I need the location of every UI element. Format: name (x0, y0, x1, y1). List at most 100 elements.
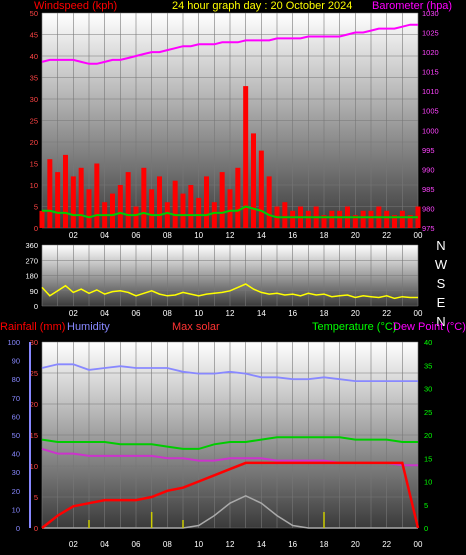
windspeed-bar (70, 176, 76, 228)
windspeed-bar (180, 193, 186, 228)
temp-y-tick: 30 (424, 385, 432, 394)
windspeed-bar (235, 167, 241, 228)
windspeed-bar (290, 210, 296, 228)
windspeed-bar (141, 167, 147, 228)
humidity-y-tick: 60 (12, 412, 20, 421)
windspeed-bar (157, 176, 162, 228)
humidity-y-tick: 30 (12, 468, 20, 477)
wind-x-tick: 18 (320, 231, 329, 240)
windspeed-bar (78, 167, 84, 228)
wind-y-tick: 0 (34, 224, 38, 233)
baro-y-tick: 1015 (422, 68, 439, 77)
wind-baro-chart: 0510152025303540455097598098599099510001… (30, 9, 439, 240)
temp-y-tick: 35 (424, 361, 432, 370)
humidity-y-tick: 90 (12, 357, 20, 366)
humidity-y-tick: 50 (12, 431, 20, 440)
direction-y-tick: 0 (34, 302, 38, 311)
windspeed-bar (117, 185, 123, 228)
humidity-y-tick: 0 (16, 524, 20, 533)
windspeed-bar (94, 163, 100, 228)
direction-x-tick: 18 (320, 309, 329, 318)
temp-y-tick: 5 (424, 501, 428, 510)
windspeed-bar (63, 154, 68, 228)
windspeed-bar (204, 176, 209, 228)
rain-x-tick: 22 (382, 540, 391, 549)
windspeed-bar (337, 210, 343, 228)
baro-y-tick: 1020 (422, 48, 439, 57)
rain-x-tick: 16 (288, 540, 297, 549)
windspeed-bar (329, 210, 335, 228)
direction-x-tick: 06 (132, 309, 141, 318)
temp-y-tick: 15 (424, 454, 432, 463)
windspeed-bar (47, 159, 53, 228)
baro-y-tick: 1030 (422, 9, 439, 18)
direction-y-tick: 360 (25, 241, 38, 250)
wind-x-tick: 12 (226, 231, 235, 240)
windspeed-bar (196, 197, 202, 228)
windspeed-bar (227, 189, 233, 228)
direction-x-tick: 12 (226, 309, 235, 318)
wind-x-tick: 16 (288, 231, 297, 240)
windspeed-bar (368, 210, 374, 228)
wind-y-tick: 5 (34, 203, 38, 212)
temp-y-tick: 20 (424, 431, 432, 440)
rain-x-tick: 20 (351, 540, 360, 549)
windspeed-bar (172, 180, 178, 228)
humidity-y-tick: 10 (12, 505, 20, 514)
humidity-y-tick: 70 (12, 394, 20, 403)
direction-x-tick: 16 (288, 309, 297, 318)
rain-y-tick: 5 (34, 493, 38, 502)
windspeed-bar (110, 193, 115, 228)
temp-y-tick: 10 (424, 478, 432, 487)
baro-y-tick: 980 (422, 204, 435, 213)
wind-y-tick: 20 (30, 138, 38, 147)
windspeed-bar (258, 150, 264, 228)
humidity-y-tick: 100 (7, 338, 20, 347)
rain-temp-chart: 0102030405060708090100051015202530051015… (7, 338, 432, 549)
baro-y-tick: 990 (422, 165, 435, 174)
direction-y-tick: 270 (25, 256, 38, 265)
rain-x-tick: 08 (163, 540, 172, 549)
direction-x-tick: 20 (351, 309, 360, 318)
wind-y-tick: 25 (30, 117, 38, 126)
wind-x-tick: 14 (257, 231, 266, 240)
windspeed-bar (125, 172, 131, 228)
baro-y-tick: 1005 (422, 107, 439, 116)
wind-direction-chart: 0 90 180 270 360 02 04 06 08 10 12 14 16 18 20 22 00 (25, 241, 423, 318)
temp-y-tick: 25 (424, 408, 432, 417)
humidity-y-tick: 80 (12, 375, 20, 384)
rain-x-tick: 02 (69, 540, 78, 549)
windspeed-bar (399, 210, 405, 228)
rain-x-tick: 04 (100, 540, 109, 549)
weather-charts: 0510152025303540455097598098599099510001… (7, 9, 439, 549)
wind-x-tick: 02 (69, 231, 78, 240)
wind-y-tick: 35 (30, 74, 38, 83)
wind-x-tick: 10 (194, 231, 203, 240)
temp-y-tick: 40 (424, 338, 432, 347)
windspeed-bar (55, 172, 61, 228)
baro-y-tick: 1025 (422, 29, 439, 38)
wind-y-tick: 10 (30, 181, 38, 190)
direction-y-tick: 180 (25, 272, 38, 281)
wind-y-tick: 45 (30, 31, 38, 40)
direction-x-tick: 22 (382, 309, 391, 318)
windspeed-bar (164, 202, 170, 228)
wind-x-tick: 04 (100, 231, 109, 240)
rain-x-tick: 00 (414, 540, 423, 549)
rain-x-tick: 10 (194, 540, 203, 549)
wind-x-tick: 06 (132, 231, 141, 240)
baro-y-tick: 995 (422, 146, 435, 155)
windspeed-bar (251, 133, 256, 228)
windspeed-bar (282, 202, 288, 228)
humidity-y-tick: 20 (12, 487, 20, 496)
temp-y-tick: 0 (424, 524, 428, 533)
windspeed-bar (360, 210, 366, 228)
wind-x-tick: 00 (414, 231, 423, 240)
direction-x-tick: 14 (257, 309, 266, 318)
direction-x-tick: 02 (69, 309, 78, 318)
wind-y-tick: 40 (30, 52, 38, 61)
baro-y-tick: 1010 (422, 87, 439, 96)
windspeed-bar (219, 172, 225, 228)
windspeed-bar (133, 206, 139, 228)
windspeed-bar (266, 176, 272, 228)
